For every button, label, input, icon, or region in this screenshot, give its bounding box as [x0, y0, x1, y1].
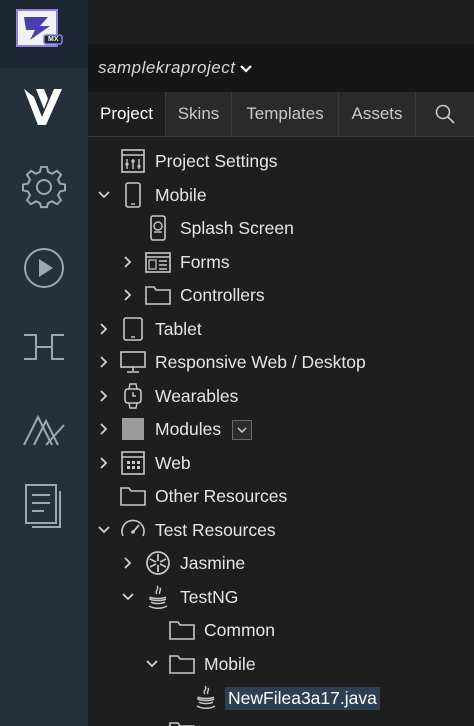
- tab-assets[interactable]: Assets: [339, 92, 416, 136]
- chevron-down-icon: [240, 65, 253, 73]
- desktop-icon: [120, 349, 146, 375]
- folder-icon: [169, 651, 195, 677]
- chevron-right-icon[interactable]: [96, 388, 112, 404]
- sidebar-item-settings[interactable]: [0, 152, 88, 222]
- settings-panel-icon: [120, 148, 146, 174]
- tree-row[interactable]: [88, 715, 474, 726]
- tree-row[interactable]: Project Settings: [88, 145, 474, 178]
- tree-row[interactable]: NewFilea3a17.java: [88, 681, 474, 714]
- project-name: samplekraproject: [98, 58, 236, 77]
- top-blank-bar: [88, 0, 474, 44]
- left-sidebar: MX: [0, 0, 88, 726]
- java-icon: [193, 684, 219, 710]
- tab-templates-label: Templates: [246, 104, 324, 123]
- chevron-down-icon: [237, 427, 247, 434]
- tree-item-label: Controllers: [180, 285, 265, 305]
- tree-row[interactable]: Wearables: [88, 380, 474, 413]
- sidebar-item-design[interactable]: [0, 394, 88, 464]
- folder-icon: [169, 718, 195, 726]
- sidebar-item-visualizer[interactable]: [0, 72, 88, 142]
- settings-gear-icon: [22, 165, 66, 209]
- tree-item-label: Splash Screen: [180, 218, 294, 238]
- design-icon: [23, 414, 65, 446]
- chevron-down-icon[interactable]: [96, 522, 112, 538]
- chevron-right-icon[interactable]: [96, 421, 112, 437]
- tree-item-label: Responsive Web / Desktop: [155, 352, 366, 372]
- visualizer-icon: [24, 89, 62, 125]
- tree-item-label: TestNG: [180, 586, 239, 607]
- tab-project[interactable]: Project: [88, 92, 166, 136]
- tree-row[interactable]: Tablet: [88, 313, 474, 346]
- tree-row[interactable]: Test Resources: [88, 514, 474, 547]
- tab-assets-label: Assets: [351, 104, 403, 123]
- logo-badge-text: MX: [48, 36, 59, 43]
- modules-dropdown-button[interactable]: [232, 420, 252, 440]
- app-logo[interactable]: MX: [0, 0, 88, 68]
- app-logo-icon: [16, 9, 63, 47]
- modules-icon: [120, 416, 146, 442]
- project-tree: Project Settings Mobile Splash Screen Forms…: [88, 145, 474, 726]
- tree-row[interactable]: Common: [88, 614, 474, 647]
- tree-row[interactable]: Responsive Web / Desktop: [88, 346, 474, 379]
- connect-icon: [24, 334, 64, 360]
- folder-icon: [169, 617, 195, 643]
- tree-item-label: Wearables: [155, 385, 239, 406]
- tree-item-label: Common: [204, 620, 275, 640]
- tree-row[interactable]: Splash Screen: [88, 212, 474, 245]
- tree-item-label: Project Settings: [155, 151, 278, 171]
- tree-row[interactable]: Jasmine: [88, 547, 474, 580]
- tree-item-label: Mobile: [155, 184, 207, 205]
- tab-skins-label: Skins: [177, 104, 220, 123]
- chevron-down-icon[interactable]: [96, 187, 112, 203]
- splash-screen-icon: [145, 215, 171, 241]
- tree-row[interactable]: Mobile: [88, 648, 474, 681]
- gauge-icon: [120, 517, 146, 543]
- sidebar-item-document[interactable]: [0, 472, 88, 542]
- watch-icon: [120, 382, 146, 409]
- tree-item-label: Forms: [180, 251, 230, 272]
- tree-item-label: Test Resources: [155, 519, 276, 540]
- web-grid-icon: [120, 450, 146, 476]
- search-icon: [435, 104, 455, 124]
- chevron-down-icon[interactable]: [120, 589, 136, 605]
- project-selector[interactable]: samplekraproject: [88, 44, 474, 92]
- document-icon: [25, 484, 61, 528]
- chevron-right-icon[interactable]: [96, 354, 112, 370]
- sidebar-item-connect[interactable]: [0, 312, 88, 382]
- tree-row[interactable]: Web: [88, 447, 474, 480]
- java-icon: [145, 584, 171, 610]
- tab-templates[interactable]: Templates: [232, 92, 339, 136]
- jasmine-icon: [145, 550, 171, 576]
- tree-item-label: Jasmine: [180, 553, 246, 573]
- tablet-icon: [120, 316, 146, 342]
- tree-row[interactable]: Other Resources: [88, 480, 474, 513]
- chevron-right-icon[interactable]: [120, 555, 136, 571]
- tree-row[interactable]: Controllers: [88, 279, 474, 312]
- forms-icon: [145, 249, 171, 275]
- tree-item-label: Mobile: [204, 653, 256, 674]
- folder-icon: [120, 483, 146, 509]
- tree-item-label: Modules: [155, 419, 222, 439]
- sidebar-item-run[interactable]: [0, 233, 88, 303]
- mobile-icon: [120, 181, 146, 208]
- tab-project-label: Project: [100, 104, 153, 123]
- tree-item-label: Other Resources: [155, 486, 288, 506]
- tree-row[interactable]: Mobile: [88, 179, 474, 212]
- folder-icon: [145, 282, 171, 308]
- panel-tabs: Project Skins Templates Assets: [88, 92, 474, 137]
- tree-item-label: Tablet: [155, 318, 202, 339]
- chevron-right-icon[interactable]: [96, 455, 112, 471]
- tree-item-label: Web: [155, 452, 191, 473]
- tree-row[interactable]: Forms: [88, 246, 474, 279]
- tree-row[interactable]: TestNG: [88, 581, 474, 614]
- tree-item-label: NewFilea3a17.java: [225, 687, 380, 710]
- chevron-right-icon[interactable]: [120, 287, 136, 303]
- tab-skins[interactable]: Skins: [166, 92, 232, 136]
- chevron-down-icon[interactable]: [144, 656, 160, 672]
- tree-row[interactable]: Modules: [88, 413, 474, 446]
- chevron-right-icon[interactable]: [120, 254, 136, 270]
- search-button[interactable]: [416, 92, 474, 136]
- run-play-icon: [24, 248, 64, 288]
- chevron-right-icon[interactable]: [96, 321, 112, 337]
